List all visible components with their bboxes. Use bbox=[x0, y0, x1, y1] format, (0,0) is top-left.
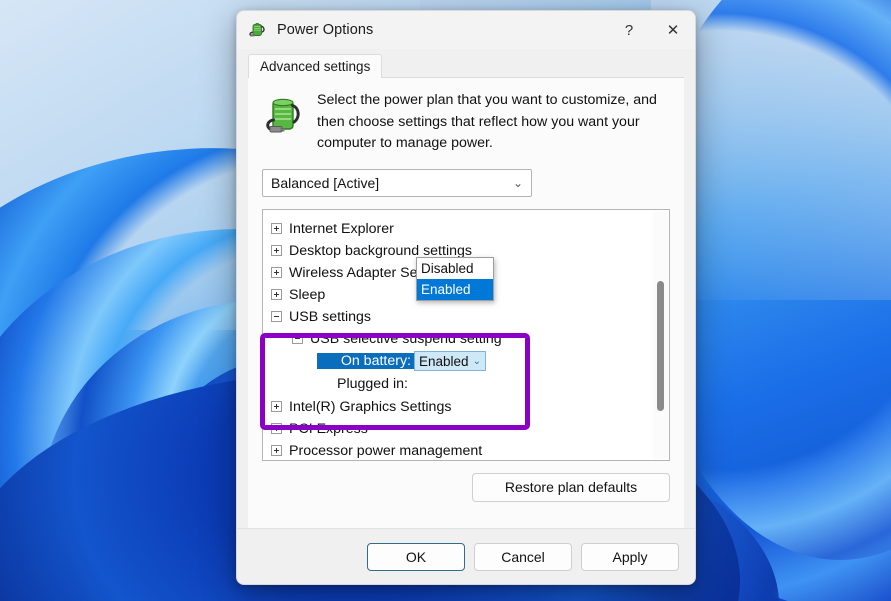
dropdown-option-disabled[interactable]: Disabled bbox=[417, 258, 493, 279]
tree-item-internet-explorer[interactable]: Internet Explorer bbox=[271, 218, 653, 240]
setting-label-plugged-in: Plugged in: bbox=[337, 376, 408, 393]
battery-plug-icon bbox=[262, 92, 304, 140]
caption-buttons: ? ✕ bbox=[607, 11, 695, 49]
power-options-dialog: Power Options ? ✕ Advanced settings Sele… bbox=[236, 10, 696, 585]
tree-item-intel-graphics-settings[interactable]: Intel(R) Graphics Settings bbox=[271, 396, 653, 418]
restore-row: Restore plan defaults bbox=[262, 472, 670, 516]
on-battery-combobox[interactable]: Enabled ⌄ bbox=[414, 351, 486, 372]
advanced-settings-tree[interactable]: Internet Explorer Desktop background set… bbox=[262, 208, 670, 461]
tab-advanced-settings[interactable]: Advanced settings bbox=[248, 54, 383, 78]
ok-button[interactable]: OK bbox=[367, 542, 465, 571]
tab-strip: Advanced settings bbox=[237, 49, 695, 78]
expand-plus-icon[interactable] bbox=[271, 445, 282, 457]
tree-item-usb-settings[interactable]: USB settings bbox=[271, 306, 653, 328]
dropdown-option-enabled[interactable]: Enabled bbox=[417, 278, 493, 300]
tree-item-label: USB selective suspend setting bbox=[310, 330, 502, 347]
tree-item-label: Sleep bbox=[289, 286, 326, 303]
help-button[interactable]: ? bbox=[607, 11, 651, 49]
scrollbar-thumb[interactable] bbox=[657, 280, 664, 411]
cancel-button[interactable]: Cancel bbox=[474, 542, 572, 571]
dialog-footer: OK Cancel Apply bbox=[237, 528, 695, 584]
tree-item-label: PCI Express bbox=[289, 420, 368, 437]
chevron-down-icon: ⌄ bbox=[472, 355, 481, 367]
tree-item-label: Internet Explorer bbox=[289, 220, 394, 237]
tree-item-label: Intel(R) Graphics Settings bbox=[289, 398, 452, 415]
on-battery-dropdown-list[interactable]: Disabled Enabled bbox=[416, 256, 494, 301]
expand-plus-icon[interactable] bbox=[271, 245, 282, 257]
apply-button-label: Apply bbox=[612, 548, 648, 565]
setting-row-plugged-in: Plugged in: Enabled ⌄ bbox=[271, 373, 653, 396]
tab-body: Select the power plan that you want to c… bbox=[248, 77, 684, 528]
tree-item-label: Processor power management bbox=[289, 442, 483, 459]
expand-plus-icon[interactable] bbox=[271, 423, 282, 435]
power-plan-combobox[interactable]: Balanced [Active] ⌄ bbox=[262, 168, 532, 197]
setting-label-on-battery: On battery: bbox=[317, 353, 414, 370]
intro-section: Select the power plan that you want to c… bbox=[262, 90, 670, 155]
title-bar: Power Options ? ✕ bbox=[237, 11, 695, 49]
restore-button-label: Restore plan defaults bbox=[504, 479, 638, 496]
tab-label: Advanced settings bbox=[260, 59, 371, 74]
expand-plus-icon[interactable] bbox=[271, 401, 282, 413]
collapse-minus-icon[interactable] bbox=[271, 311, 282, 323]
collapse-minus-icon[interactable] bbox=[292, 333, 303, 345]
setting-row-on-battery: On battery: Enabled ⌄ bbox=[271, 350, 653, 373]
expand-plus-icon[interactable] bbox=[271, 289, 282, 301]
on-battery-value: Enabled bbox=[419, 353, 469, 369]
desktop-background: Power Options ? ✕ Advanced settings Sele… bbox=[0, 0, 891, 601]
ok-button-label: OK bbox=[405, 548, 427, 565]
tree-item-usb-selective-suspend-setting[interactable]: USB selective suspend setting bbox=[271, 328, 653, 350]
tree-item-processor-power-management[interactable]: Processor power management bbox=[271, 440, 653, 460]
chevron-down-icon: ⌄ bbox=[512, 175, 523, 190]
tree-scrollbar[interactable] bbox=[653, 210, 668, 459]
cancel-button-label: Cancel bbox=[501, 548, 545, 565]
close-button[interactable]: ✕ bbox=[651, 11, 695, 49]
power-plan-icon bbox=[248, 20, 268, 40]
power-plan-value: Balanced [Active] bbox=[271, 174, 380, 191]
restore-plan-defaults-button[interactable]: Restore plan defaults bbox=[472, 472, 670, 502]
window-title: Power Options bbox=[277, 22, 374, 38]
apply-button[interactable]: Apply bbox=[581, 542, 679, 571]
tree-item-label: USB settings bbox=[289, 308, 372, 325]
expand-plus-icon[interactable] bbox=[271, 267, 282, 279]
tree-item-pci-express[interactable]: PCI Express bbox=[271, 418, 653, 440]
intro-text: Select the power plan that you want to c… bbox=[317, 92, 657, 152]
expand-plus-icon[interactable] bbox=[271, 223, 282, 235]
